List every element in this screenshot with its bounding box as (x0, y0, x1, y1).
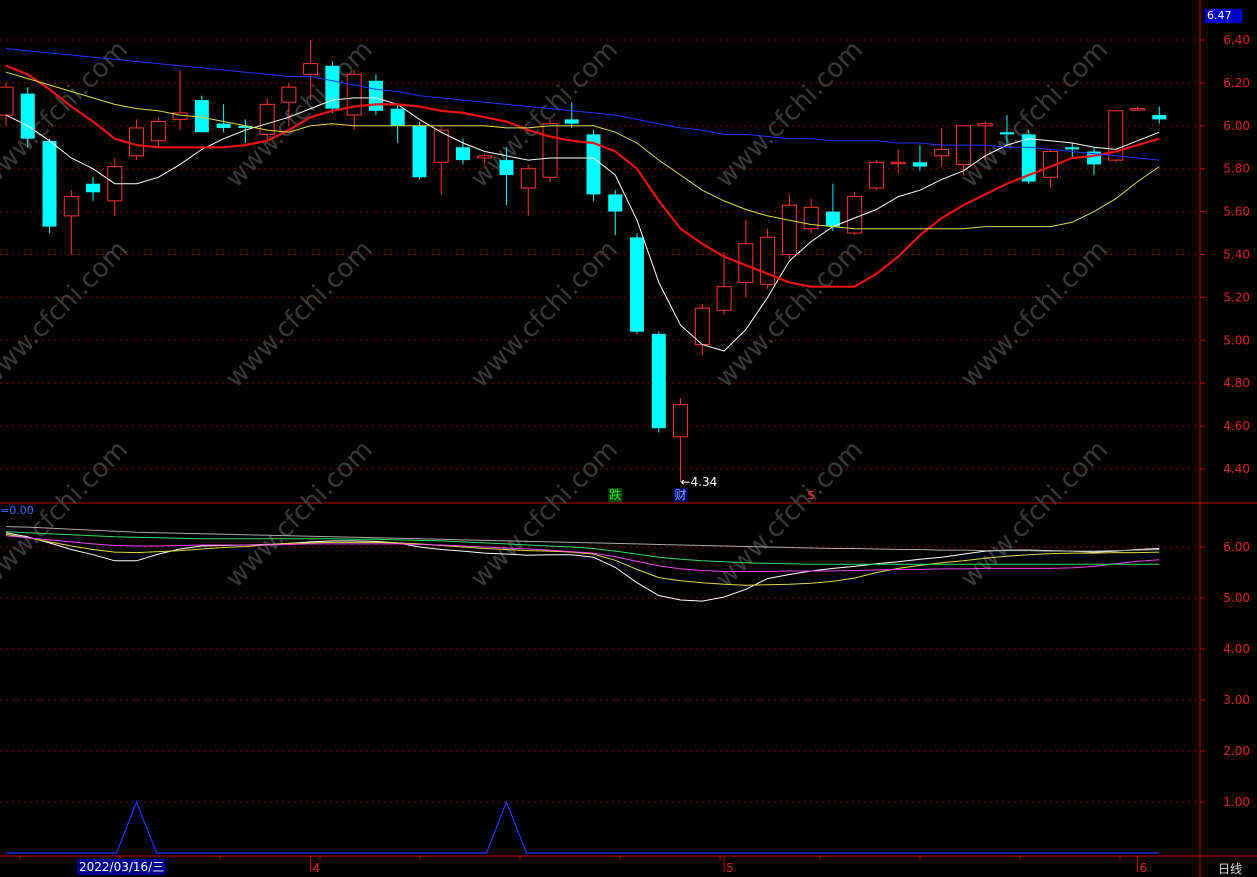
watermark: www.cfchi.com (955, 435, 1114, 594)
main-y-tick-label: 5.40 (1223, 248, 1250, 262)
event-marker: 财 (675, 488, 687, 502)
candle-body (368, 80, 383, 111)
candle-body (760, 236, 776, 286)
sub-y-tick-label: 2.00 (1223, 744, 1250, 758)
x-tick-label: 5 (726, 861, 734, 875)
event-marker: 跌 (609, 487, 621, 502)
candle-body (651, 333, 666, 429)
candle-body (346, 73, 362, 116)
main-y-tick-label: 6.20 (1223, 76, 1250, 90)
watermark: www.cfchi.com (465, 435, 624, 594)
candle-body (499, 160, 514, 176)
candle-body (520, 168, 536, 189)
sub-y-tick-label: 5.00 (1223, 591, 1250, 605)
watermark: www.cfchi.com (0, 235, 134, 394)
main-y-tick-label: 5.60 (1223, 205, 1250, 219)
main-y-tick-label: 4.40 (1223, 462, 1250, 476)
main-y-tick-label: 4.60 (1223, 419, 1250, 433)
main-y-tick-label: 6.00 (1223, 119, 1250, 133)
sub-y-tick-label: 3.00 (1223, 693, 1250, 707)
sub-y-tick-label: 6.00 (1223, 540, 1250, 554)
watermark: www.cfchi.com (710, 35, 869, 194)
candle-body (216, 123, 231, 128)
candle-body (0, 86, 14, 116)
watermark: www.cfchi.com (955, 235, 1114, 394)
candle-body (912, 162, 927, 167)
candle-body (42, 140, 57, 227)
candle-body (412, 125, 427, 178)
candle-body (564, 119, 579, 124)
main-y-tick-label: 4.80 (1223, 376, 1250, 390)
candle-body (63, 196, 79, 217)
candle-body (86, 183, 101, 193)
candle-body (1065, 147, 1080, 150)
candle-body (1130, 108, 1146, 111)
candle-body (934, 148, 950, 157)
candle-body (716, 286, 732, 311)
candle-body (150, 121, 166, 142)
main-y-tick-label: 5.20 (1223, 290, 1250, 304)
candle-body (390, 108, 405, 126)
watermark: www.cfchi.com (220, 435, 379, 594)
low-price-annotation: ←4.34 (681, 475, 718, 489)
candle-body (890, 161, 906, 165)
sub-y-tick-label: 4.00 (1223, 642, 1250, 656)
candle-body (999, 132, 1014, 135)
candle-body (281, 86, 297, 103)
candle-body (477, 155, 493, 159)
candle-body (673, 404, 689, 438)
moving-average-line (5, 97, 1160, 352)
sub-y-tick-label: 1.00 (1223, 795, 1250, 809)
candle-body (977, 123, 993, 127)
candle-body (129, 127, 145, 157)
period-label[interactable]: 日线 (1218, 860, 1242, 877)
candle-body (194, 100, 209, 133)
event-marker: $ (807, 488, 815, 502)
main-y-tick-label: 5.80 (1223, 162, 1250, 176)
main-y-tick-label: 6.40 (1223, 33, 1250, 47)
candle-body (455, 147, 470, 161)
candle-body (803, 206, 819, 230)
x-tick-label: 6 (1140, 861, 1148, 875)
candle-body (303, 63, 319, 75)
cursor-date-label: 2022/03/16/三 (77, 859, 167, 875)
candle-body (868, 161, 884, 189)
candle-body (608, 194, 623, 212)
candle-body (20, 93, 35, 139)
candle-body (542, 123, 558, 178)
watermark: www.cfchi.com (710, 435, 869, 594)
indicator-value-label: =0.00 (0, 504, 34, 517)
current-price-label: 6.47 (1205, 9, 1242, 23)
candle-body (781, 204, 797, 255)
candle-body (1152, 115, 1167, 120)
watermark: www.cfchi.com (220, 235, 379, 394)
candle-body (630, 237, 645, 332)
watermark: www.cfchi.com (465, 235, 624, 394)
candle-body (694, 307, 710, 346)
stock-chart[interactable]: 6.40 6.20 6.00 5.80 5.60 5.40 5.20 5.00 4.80 4.60… (0, 0, 1257, 877)
candle-body (847, 196, 863, 234)
main-y-tick-label: 5.00 (1223, 333, 1250, 347)
x-tick-label: 4 (313, 861, 321, 875)
signal-line (6, 800, 1160, 854)
